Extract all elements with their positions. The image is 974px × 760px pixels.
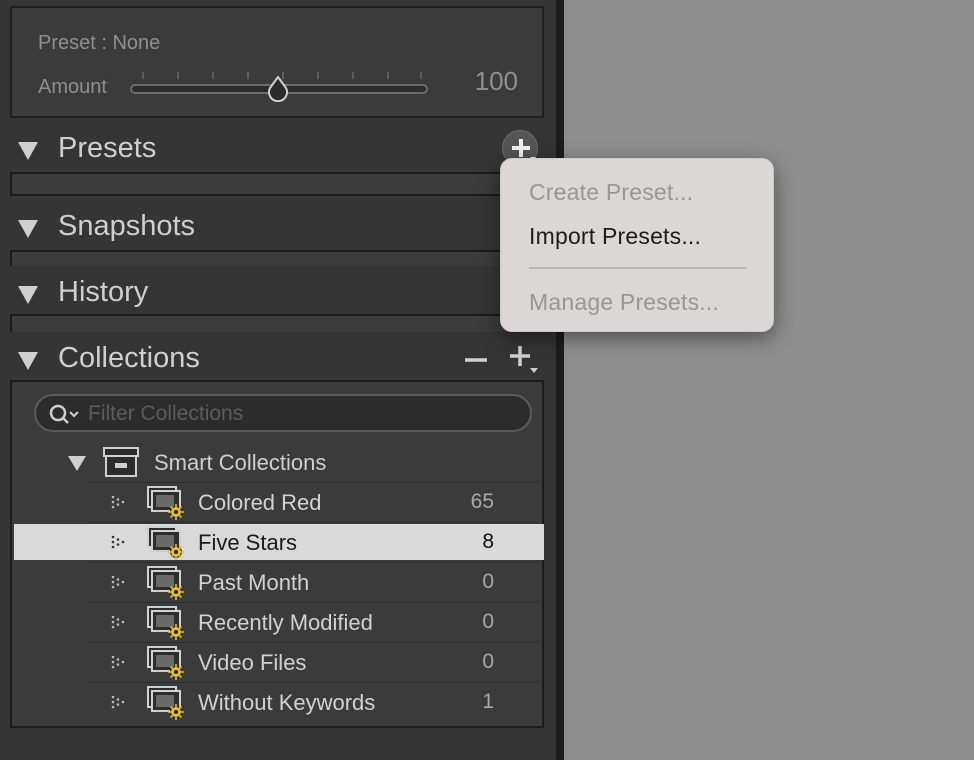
remove-collection-button[interactable] xyxy=(462,348,490,372)
menu-item-manage-presets[interactable]: Manage Presets... xyxy=(529,289,719,316)
smart-collection-icon xyxy=(147,566,184,600)
smart-collection-icon xyxy=(147,646,184,680)
smart-collection-row[interactable]: Without Keywords 1 xyxy=(14,684,544,720)
smart-collections-label: Smart Collections xyxy=(154,450,327,475)
menu-separator xyxy=(529,267,747,269)
sync-dots-icon[interactable] xyxy=(110,654,126,670)
disclosure-triangle-icon[interactable] xyxy=(18,220,38,238)
smart-collection-count: 1 xyxy=(482,690,494,713)
panel-divider[interactable] xyxy=(556,0,564,760)
section-header-presets[interactable]: Presets xyxy=(0,122,556,174)
row-divider xyxy=(88,642,538,643)
row-divider xyxy=(88,602,538,603)
smart-collection-label: Five Stars xyxy=(198,530,298,555)
section-title-collections: Collections xyxy=(58,342,200,374)
disclosure-triangle-icon[interactable] xyxy=(18,286,38,304)
amount-label: Amount xyxy=(38,76,107,98)
smart-collection-icon xyxy=(147,686,184,720)
smart-collection-count: 0 xyxy=(482,570,494,593)
presets-panel-body xyxy=(10,172,544,196)
smart-collection-row[interactable]: Five Stars 8 xyxy=(14,524,544,560)
preset-label: Preset : None xyxy=(38,32,161,54)
smart-collection-label: Colored Red xyxy=(198,490,322,515)
smart-collection-row[interactable]: Past Month 0 xyxy=(14,564,544,600)
section-header-history[interactable]: History xyxy=(0,266,556,318)
smart-collection-label: Without Keywords xyxy=(198,690,376,715)
smart-collection-label: Video Files xyxy=(198,650,307,675)
smart-collection-label: Recently Modified xyxy=(198,610,373,635)
smart-collection-label: Past Month xyxy=(198,570,310,595)
amount-value[interactable]: 100 xyxy=(475,66,518,97)
menu-item-import-presets[interactable]: Import Presets... xyxy=(529,223,701,250)
row-divider xyxy=(88,522,538,523)
section-header-collections[interactable]: Collections xyxy=(0,332,556,384)
search-icon[interactable] xyxy=(48,402,82,426)
sync-dots-icon[interactable] xyxy=(110,494,126,510)
add-collection-button[interactable] xyxy=(506,342,542,376)
sync-dots-icon[interactable] xyxy=(110,534,126,550)
menu-item-create-preset[interactable]: Create Preset... xyxy=(529,179,693,206)
left-panel: Preset : None Amount 100 Presets Snapsho… xyxy=(0,0,556,760)
section-title-presets: Presets xyxy=(58,132,157,164)
collections-panel-body: Smart Collections Colored Red 65 Five Star… xyxy=(10,380,544,728)
sync-dots-icon[interactable] xyxy=(110,574,126,590)
disclosure-triangle-icon[interactable] xyxy=(18,352,38,370)
section-header-snapshots[interactable]: Snapshots xyxy=(0,200,556,252)
section-title-history: History xyxy=(58,276,149,308)
sync-dots-icon[interactable] xyxy=(110,614,126,630)
section-title-snapshots: Snapshots xyxy=(58,210,196,242)
row-divider xyxy=(88,682,538,683)
smart-collection-icon xyxy=(147,606,184,640)
smart-collection-row[interactable]: Video Files 0 xyxy=(14,644,544,680)
smart-collection-row[interactable]: Recently Modified 0 xyxy=(14,604,544,640)
sync-dots-icon[interactable] xyxy=(110,694,126,710)
smart-collection-count: 8 xyxy=(482,530,494,553)
smart-collection-count: 0 xyxy=(482,610,494,633)
main-canvas-area xyxy=(564,0,974,760)
smart-collection-count: 65 xyxy=(470,490,494,513)
collection-set-box-icon xyxy=(103,447,139,477)
filter-collections-input[interactable] xyxy=(88,400,518,428)
disclosure-triangle-icon[interactable] xyxy=(68,456,86,471)
smart-collection-icon xyxy=(147,486,184,520)
preset-popup-menu: Create Preset... Import Presets... Manag… xyxy=(500,158,774,332)
smart-collection-icon xyxy=(147,526,184,560)
amount-slider-thumb[interactable] xyxy=(266,76,290,102)
row-divider xyxy=(88,562,538,563)
smart-collections-group[interactable]: Smart Collections xyxy=(12,442,542,482)
disclosure-triangle-icon[interactable] xyxy=(18,142,38,160)
smart-collection-count: 0 xyxy=(482,650,494,673)
smart-collection-row[interactable]: Colored Red 65 xyxy=(14,484,544,520)
preset-amount-box: Preset : None Amount 100 xyxy=(10,6,544,118)
row-divider xyxy=(88,482,538,483)
filter-collections-field[interactable] xyxy=(34,394,532,432)
